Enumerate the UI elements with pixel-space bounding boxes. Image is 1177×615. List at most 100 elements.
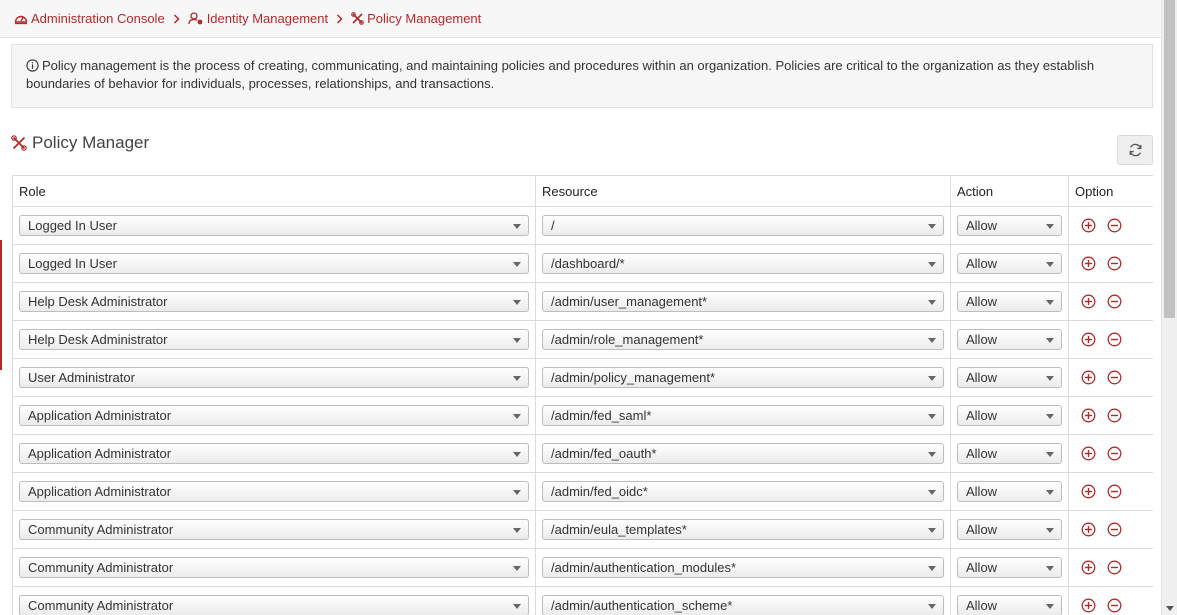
remove-row-icon[interactable] — [1107, 218, 1122, 233]
table-row: Logged In User/dashboard/* Allow — [12, 244, 1153, 283]
remove-row-icon[interactable] — [1107, 408, 1122, 423]
caret-down-icon — [513, 224, 521, 229]
role-select-value: Community Administrator — [28, 560, 174, 575]
resource-cell: /admin/authentication_scheme* — [535, 586, 951, 615]
role-select[interactable]: Application Administrator — [19, 405, 529, 426]
user-gear-icon — [188, 12, 203, 25]
caret-down-icon — [928, 300, 936, 305]
resource-cell: /admin/fed_oauth* — [535, 434, 951, 473]
add-row-icon[interactable] — [1081, 522, 1096, 537]
add-row-icon[interactable] — [1081, 370, 1096, 385]
action-select[interactable]: Allow — [957, 215, 1062, 236]
resource-select[interactable]: /admin/fed_oauth* — [542, 443, 944, 464]
role-select-value: Help Desk Administrator — [28, 332, 168, 347]
resource-select[interactable]: /admin/fed_oidc* — [542, 481, 944, 502]
resource-select-value: /admin/user_management* — [551, 294, 708, 309]
add-row-icon[interactable] — [1081, 218, 1096, 233]
role-select-value: Application Administrator — [28, 484, 172, 499]
vertical-scrollbar[interactable] — [1161, 0, 1177, 615]
breadcrumb-identity-management[interactable]: Identity Management — [188, 11, 328, 26]
breadcrumb: Administration Console Identity Manageme… — [0, 0, 1161, 38]
caret-down-icon — [513, 376, 521, 381]
breadcrumb-policy-management[interactable]: Policy Management — [351, 11, 481, 26]
caret-down-icon — [928, 376, 936, 381]
remove-row-icon[interactable] — [1107, 484, 1122, 499]
caret-down-icon — [928, 528, 936, 533]
remove-row-icon[interactable] — [1107, 256, 1122, 271]
scroll-down-arrow-icon[interactable] — [1166, 606, 1174, 611]
remove-row-icon[interactable] — [1107, 522, 1122, 537]
resource-select[interactable]: /dashboard/* — [542, 253, 944, 274]
add-row-icon[interactable] — [1081, 332, 1096, 347]
remove-row-icon[interactable] — [1107, 332, 1122, 347]
column-header-resource[interactable]: Resource — [535, 175, 951, 207]
breadcrumb-administration-console[interactable]: Administration Console — [14, 11, 165, 26]
action-select[interactable]: Allow — [957, 519, 1062, 540]
role-select[interactable]: Help Desk Administrator — [19, 329, 529, 350]
action-select[interactable]: Allow — [957, 481, 1062, 502]
role-select[interactable]: Logged In User — [19, 253, 529, 274]
tools-icon — [11, 135, 27, 151]
action-select[interactable]: Allow — [957, 595, 1062, 615]
action-select[interactable]: Allow — [957, 557, 1062, 578]
table-row: Application Administrator/admin/fed_oidc… — [12, 472, 1153, 511]
role-select[interactable]: Logged In User — [19, 215, 529, 236]
action-select-value: Allow — [966, 522, 998, 537]
caret-down-icon — [1046, 490, 1054, 495]
remove-row-icon[interactable] — [1107, 560, 1122, 575]
action-select[interactable]: Allow — [957, 329, 1062, 350]
role-select[interactable]: Application Administrator — [19, 481, 529, 502]
remove-row-icon[interactable] — [1107, 446, 1122, 461]
role-select-value: User Administrator — [28, 370, 135, 385]
breadcrumb-label: Identity Management — [206, 11, 329, 26]
resource-select[interactable]: /admin/eula_templates* — [542, 519, 944, 540]
add-row-icon[interactable] — [1081, 446, 1096, 461]
add-row-icon[interactable] — [1081, 598, 1096, 613]
action-select[interactable]: Allow — [957, 291, 1062, 312]
resource-select[interactable]: /admin/authentication_modules* — [542, 557, 944, 578]
scrollbar-thumb[interactable] — [1164, 0, 1175, 318]
caret-down-icon — [513, 414, 521, 419]
role-select[interactable]: Community Administrator — [19, 595, 529, 615]
caret-down-icon — [1046, 452, 1054, 457]
option-cell — [1068, 244, 1153, 283]
role-select[interactable]: Application Administrator — [19, 443, 529, 464]
tools-icon — [351, 12, 364, 25]
role-select[interactable]: User Administrator — [19, 367, 529, 388]
section-title: Policy Manager — [11, 133, 149, 153]
add-row-icon[interactable] — [1081, 294, 1096, 309]
add-row-icon[interactable] — [1081, 484, 1096, 499]
action-select[interactable]: Allow — [957, 253, 1062, 274]
add-row-icon[interactable] — [1081, 560, 1096, 575]
info-text: Policy management is the process of crea… — [26, 58, 1095, 91]
add-row-icon[interactable] — [1081, 408, 1096, 423]
remove-row-icon[interactable] — [1107, 598, 1122, 613]
refresh-button[interactable] — [1117, 135, 1153, 165]
left-accent-bar — [0, 240, 2, 370]
caret-down-icon — [928, 490, 936, 495]
resource-select[interactable]: /admin/fed_saml* — [542, 405, 944, 426]
column-header-role[interactable]: Role — [12, 175, 536, 207]
resource-cell: /dashboard/* — [535, 244, 951, 283]
role-cell: Help Desk Administrator — [12, 320, 536, 359]
column-header-action[interactable]: Action — [950, 175, 1069, 207]
action-select[interactable]: Allow — [957, 405, 1062, 426]
action-cell: Allow — [950, 434, 1069, 473]
role-cell: Help Desk Administrator — [12, 282, 536, 321]
role-select[interactable]: Community Administrator — [19, 519, 529, 540]
remove-row-icon[interactable] — [1107, 370, 1122, 385]
role-select[interactable]: Help Desk Administrator — [19, 291, 529, 312]
resource-select[interactable]: /admin/role_management* — [542, 329, 944, 350]
add-row-icon[interactable] — [1081, 256, 1096, 271]
resource-select[interactable]: /admin/authentication_scheme* — [542, 595, 944, 615]
action-select[interactable]: Allow — [957, 443, 1062, 464]
remove-row-icon[interactable] — [1107, 294, 1122, 309]
resource-select[interactable]: / — [542, 215, 944, 236]
resource-select-value: /admin/policy_management* — [551, 370, 716, 385]
action-select[interactable]: Allow — [957, 367, 1062, 388]
resource-select[interactable]: /admin/policy_management* — [542, 367, 944, 388]
action-select-value: Allow — [966, 484, 998, 499]
caret-down-icon — [1046, 338, 1054, 343]
role-select[interactable]: Community Administrator — [19, 557, 529, 578]
resource-select[interactable]: /admin/user_management* — [542, 291, 944, 312]
